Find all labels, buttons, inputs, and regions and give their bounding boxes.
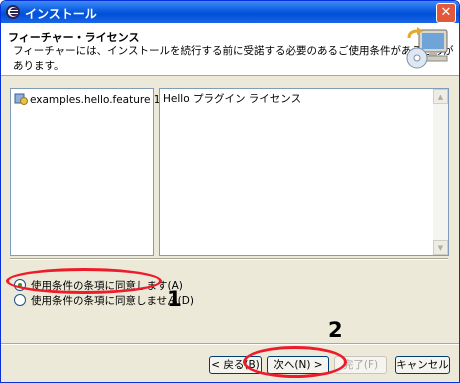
license-scrollbar[interactable]: ▲ ▼ bbox=[433, 89, 448, 255]
radio-unchecked-icon bbox=[14, 294, 26, 306]
wizard-banner: フィーチャー・ライセンス フィーチャーには、インストールを続行する前に受諾する必… bbox=[1, 23, 459, 76]
title-bar: インストール ✕ bbox=[1, 1, 459, 23]
footer-divider bbox=[1, 343, 459, 345]
feature-list[interactable]: examples.hello.feature 1.0.0 bbox=[10, 88, 181, 256]
license-text-area[interactable]: Hello プラグイン ライセンス ▲ ▼ bbox=[159, 88, 449, 256]
close-button[interactable]: ✕ bbox=[436, 3, 456, 23]
install-dialog: インストール ✕ フィーチャー・ライセンス フィーチャーには、インストールを続行… bbox=[0, 0, 460, 383]
feature-plugin-icon bbox=[14, 93, 28, 105]
eclipse-icon bbox=[6, 5, 20, 19]
annotation-ellipse-next bbox=[243, 346, 347, 378]
window-title: インストール bbox=[25, 7, 97, 21]
annotation-number-2: 2 bbox=[328, 318, 343, 342]
annotation-number-1: 1 bbox=[167, 287, 182, 311]
license-text: Hello プラグイン ライセンス bbox=[163, 93, 302, 105]
cancel-button[interactable]: キャンセル bbox=[395, 356, 450, 374]
annotation-ellipse-accept bbox=[6, 268, 162, 294]
feature-label: examples.hello.feature 1.0.0 bbox=[30, 94, 181, 106]
page-description: フィーチャーには、インストールを続行する前に受諾する必要のあるご使用条件があるも… bbox=[13, 45, 454, 72]
install-computer-icon bbox=[406, 27, 448, 69]
list-item[interactable]: examples.hello.feature 1.0.0 bbox=[14, 92, 181, 106]
divider bbox=[10, 258, 448, 260]
scroll-up-icon[interactable]: ▲ bbox=[433, 89, 448, 104]
scroll-down-icon[interactable]: ▼ bbox=[433, 240, 448, 255]
